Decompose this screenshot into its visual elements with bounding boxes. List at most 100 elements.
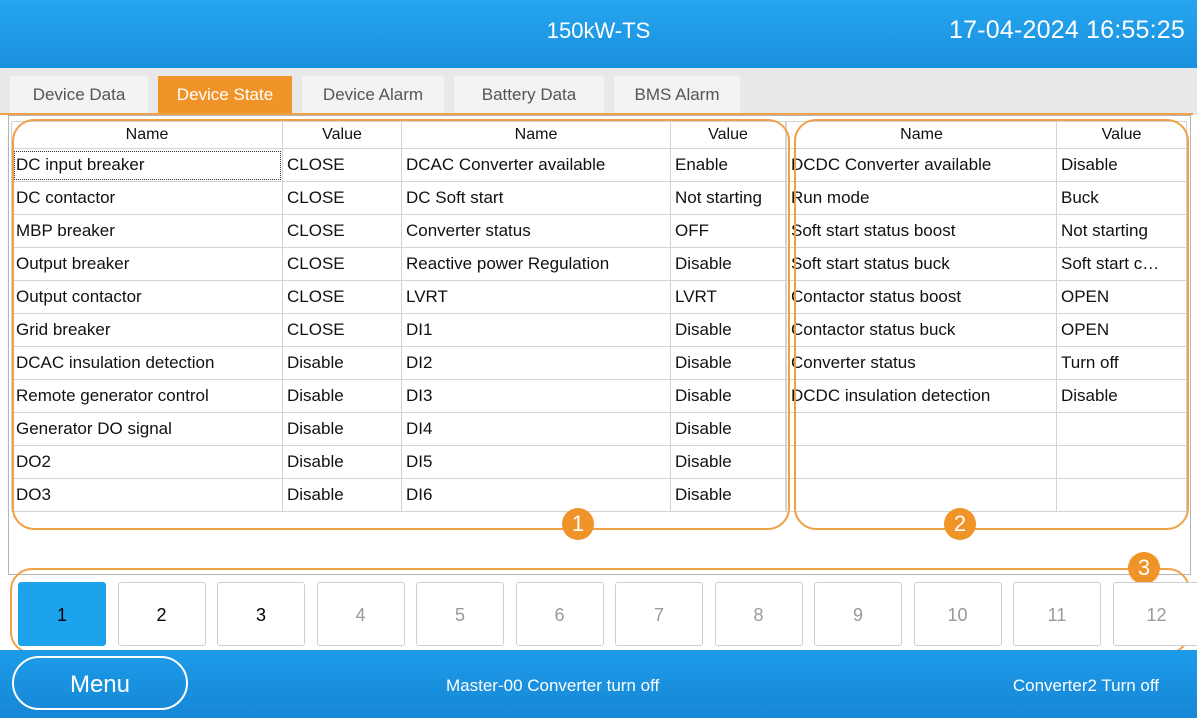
page-button-4[interactable]: 4 [316,582,405,646]
state-value [1056,412,1187,446]
table-row[interactable]: DCDC Converter available Disable [786,148,1187,182]
page-selector: 1 2 3 4 5 6 7 8 9 10 11 12 [8,574,1197,650]
page-button-7[interactable]: 7 [615,582,703,646]
state-name: Run mode [786,181,1057,215]
state-table-right: Name Value DCDC Converter available Disab… [786,121,1187,512]
page-button-10[interactable]: 10 [913,582,1002,646]
table-row[interactable]: Remote generator control Disable DI3 Disabl… [11,379,786,413]
datetime: 17-04-2024 16:55:25 [949,16,1185,44]
state-value: Disable [670,379,786,413]
state-value: CLOSE [282,247,402,281]
state-name: Soft start status buck [786,247,1057,281]
state-name: DC Soft start [401,181,671,215]
page-button-2[interactable]: 2 [117,582,206,646]
table-row[interactable]: Converter status Turn off [786,346,1187,380]
state-value: CLOSE [282,148,402,182]
state-name [786,445,1057,479]
state-value: Disable [670,412,786,446]
state-name: DC contactor [11,181,283,215]
state-name: Converter status [786,346,1057,380]
state-value: Disable [670,346,786,380]
column-header-value: Value [282,121,402,149]
page-button-12[interactable]: 12 [1112,582,1197,646]
state-name: Generator DO signal [11,412,283,446]
state-name: DCDC insulation detection [786,379,1057,413]
column-header-name: Name [11,121,283,149]
menu-button[interactable]: Menu [12,656,188,710]
table-row[interactable] [786,412,1187,446]
table-row[interactable]: Contactor status boost OPEN [786,280,1187,314]
table-row[interactable]: DCAC insulation detection Disable DI2 Disab… [11,346,786,380]
table-row[interactable]: DCDC insulation detection Disable [786,379,1187,413]
state-name: Soft start status boost [786,214,1057,248]
state-name: DI1 [401,313,671,347]
page-button-8[interactable]: 8 [714,582,803,646]
state-value: Disable [670,313,786,347]
status-message: Master-00 Converter turn off [446,676,660,695]
state-name [786,478,1057,512]
state-name: DI2 [401,346,671,380]
table-row[interactable]: Contactor status buck OPEN [786,313,1187,347]
table-row[interactable] [786,478,1187,512]
status-bar: Menu Master-00 Converter turn off Conver… [0,650,1197,718]
state-value: Disable [670,478,786,512]
table-row[interactable]: Generator DO signal Disable DI4 Disable [11,412,786,446]
page-button-3[interactable]: 3 [217,582,305,646]
state-name: Remote generator control [11,379,283,413]
tab-battery-data[interactable]: Battery Data [454,76,604,113]
state-value [1056,445,1187,479]
state-name: DI5 [401,445,671,479]
table-row[interactable]: Output breaker CLOSE Reactive power Regula… [11,247,786,281]
state-value: OFF [670,214,786,248]
state-name: DI3 [401,379,671,413]
state-name: DI4 [401,412,671,446]
column-header-value: Value [1056,121,1187,149]
tab-device-data[interactable]: Device Data [10,76,148,113]
state-value: CLOSE [282,181,402,215]
state-name: DC input breaker [11,148,283,182]
table-row[interactable]: MBP breaker CLOSE Converter status OFF [11,214,786,248]
state-table-left: Name Value Name Value DC input breaker CL… [11,121,786,512]
state-name: DCAC insulation detection [11,346,283,380]
callout-badge-1: 1 [562,508,594,540]
table-row[interactable]: DO3 Disable DI6 Disable [11,478,786,512]
state-name: Contactor status buck [786,313,1057,347]
state-name: LVRT [401,280,671,314]
table-row[interactable]: Soft start status buck Soft start c… [786,247,1187,281]
state-name: Contactor status boost [786,280,1057,314]
tab-bms-alarm[interactable]: BMS Alarm [614,76,740,113]
page-button-1[interactable]: 1 [18,582,106,646]
table-row[interactable]: DC contactor CLOSE DC Soft start Not starti… [11,181,786,215]
state-name: Grid breaker [11,313,283,347]
page-button-5[interactable]: 5 [416,582,504,646]
table-row[interactable]: Grid breaker CLOSE DI1 Disable [11,313,786,347]
table-row[interactable]: DO2 Disable DI5 Disable [11,445,786,479]
tab-device-alarm[interactable]: Device Alarm [302,76,444,113]
state-name: Reactive power Regulation [401,247,671,281]
tab-bar: Device Data Device State Device Alarm Ba… [0,68,1197,115]
page-button-6[interactable]: 6 [515,582,604,646]
state-value: Soft start c… [1056,247,1187,281]
state-value: CLOSE [282,214,402,248]
state-name: DO2 [11,445,283,479]
page-button-11[interactable]: 11 [1013,582,1101,646]
state-value: OPEN [1056,313,1187,347]
column-header-value: Value [670,121,786,149]
table-row[interactable] [786,445,1187,479]
state-name: Output breaker [11,247,283,281]
state-value: Disable [282,445,402,479]
page-button-9[interactable]: 9 [814,582,902,646]
state-name [786,412,1057,446]
column-header-name: Name [786,121,1057,149]
state-value: Disable [670,247,786,281]
state-value: Enable [670,148,786,182]
device-state-panel: Name Value Name Value DC input breaker CL… [8,115,1191,575]
table-row[interactable]: Output contactor CLOSE LVRT LVRT [11,280,786,314]
state-name: DCDC Converter available [786,148,1057,182]
table-row[interactable]: Run mode Buck [786,181,1187,215]
tab-device-state[interactable]: Device State [158,76,292,113]
table-row[interactable]: DC input breaker CLOSE DCAC Converter avai… [11,148,786,182]
table-row[interactable]: Soft start status boost Not starting [786,214,1187,248]
state-name: DO3 [11,478,283,512]
state-value: Disable [282,346,402,380]
